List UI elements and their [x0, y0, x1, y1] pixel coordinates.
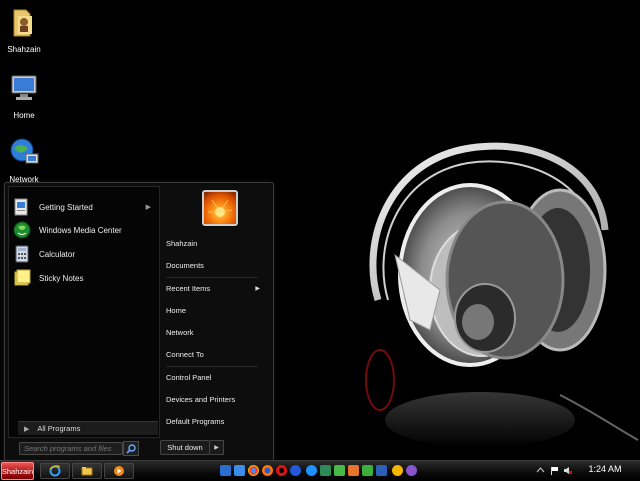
network-globe-icon	[10, 138, 39, 164]
program-calculator[interactable]: Calculator	[13, 244, 155, 264]
places-item-devices-and-printers[interactable]: Devices and Printers	[166, 392, 266, 408]
places-item-label: Default Programs	[166, 417, 225, 426]
search-input[interactable]	[19, 442, 123, 455]
program-label: Getting Started	[39, 202, 93, 212]
desktop-icon-label: Shahzain	[7, 45, 41, 54]
messenger-icon[interactable]	[334, 465, 345, 476]
all-programs-label: All Programs	[37, 424, 81, 433]
flower-icon	[208, 199, 233, 217]
media-icon[interactable]	[290, 465, 301, 476]
places-item-label: Shahzain	[166, 239, 198, 248]
system-clock[interactable]: 1:24 AM	[580, 464, 630, 474]
places-item-documents[interactable]: Documents	[166, 258, 266, 274]
chevron-right-icon: ▶	[214, 445, 219, 451]
computer-icon	[11, 75, 37, 100]
shutdown-options-button[interactable]: ▶	[210, 440, 224, 455]
getting-started-icon	[14, 198, 28, 216]
program-getting-started[interactable]: Getting Started ▶	[13, 197, 155, 217]
start-menu-places-pane: Shahzain Documents Recent Items ▶ Home N…	[160, 183, 272, 435]
all-programs-button[interactable]: ▶ All Programs	[18, 421, 158, 435]
taskbar-pinned-internet-explorer[interactable]	[40, 463, 70, 479]
internet-explorer-icon	[49, 465, 61, 477]
user-picture-avatar[interactable]	[202, 190, 238, 226]
places-item-control-panel[interactable]: Control Panel	[166, 370, 266, 386]
action-center-flag-icon[interactable]	[550, 466, 559, 475]
start-button-label: Shahzain	[1, 466, 34, 476]
places-item-label: Connect To	[166, 350, 204, 359]
places-item-label: Home	[166, 306, 187, 315]
ie-icon[interactable]	[306, 465, 317, 476]
taskbar: Shahzain 1:24 AM	[0, 460, 640, 481]
start-menu-programs-pane: Getting Started ▶ Windows Media Center C…	[8, 186, 160, 438]
search-icon	[126, 443, 136, 454]
search-button[interactable]	[123, 441, 139, 456]
tray-chevron-icon[interactable]	[536, 466, 545, 475]
network-icon[interactable]	[320, 465, 331, 476]
calculator-icon	[15, 245, 29, 263]
photoshop-icon[interactable]	[348, 465, 359, 476]
app-icon[interactable]	[392, 465, 403, 476]
program-sticky-notes[interactable]: Sticky Notes	[13, 268, 155, 288]
places-item-label: Control Panel	[166, 373, 212, 382]
media-player-icon	[114, 466, 124, 476]
start-menu: Getting Started ▶ Windows Media Center C…	[4, 182, 274, 462]
start-button[interactable]: Shahzain	[1, 462, 34, 480]
show-desktop-icon[interactable]	[220, 465, 231, 476]
desktop-icon-shahzain[interactable]: Shahzain	[0, 6, 48, 54]
media-center-icon	[13, 221, 31, 239]
chrome-icon[interactable]	[248, 465, 259, 476]
app-icon-2[interactable]	[406, 465, 417, 476]
menu-separator	[166, 277, 258, 278]
flash-icon[interactable]	[362, 465, 373, 476]
places-item-label: Recent Items	[166, 284, 211, 293]
volume-muted-icon[interactable]	[563, 466, 572, 475]
submenu-arrow-icon: ▶	[255, 286, 260, 292]
folder-icon	[13, 9, 32, 37]
sticky-notes-icon	[14, 269, 31, 286]
places-item-home[interactable]: Home	[166, 303, 266, 319]
places-item-label: Network	[166, 328, 194, 337]
submenu-arrow-icon: ▶	[145, 204, 151, 211]
program-label: Calculator	[39, 249, 76, 259]
program-label: Sticky Notes	[39, 273, 84, 283]
firefox-icon[interactable]	[262, 465, 273, 476]
program-windows-media-center[interactable]: Windows Media Center	[13, 220, 155, 240]
taskbar-pinned-media-player[interactable]	[104, 463, 134, 479]
shutdown-button[interactable]: Shut down	[160, 440, 210, 455]
windows-explorer-icon	[81, 467, 93, 476]
places-item-connect-to[interactable]: Connect To	[166, 347, 266, 363]
right-arrow-icon: ▶	[24, 425, 30, 433]
taskbar-pinned-windows-explorer[interactable]	[72, 463, 102, 479]
desktop-icon-network[interactable]: Network	[0, 136, 48, 184]
places-item-label: Devices and Printers	[166, 395, 236, 404]
places-item-user[interactable]: Shahzain	[166, 236, 266, 252]
places-item-network[interactable]: Network	[166, 325, 266, 341]
word-icon[interactable]	[376, 465, 387, 476]
places-item-recent-items[interactable]: Recent Items ▶	[166, 281, 266, 297]
shutdown-label: Shut down	[167, 443, 203, 452]
window-switcher-icon[interactable]	[234, 465, 245, 476]
program-label: Windows Media Center	[39, 225, 122, 235]
clock-time: 1:24 AM	[588, 464, 622, 474]
menu-separator	[166, 366, 258, 367]
desktop-icon-home[interactable]: Home	[0, 72, 48, 120]
opera-icon[interactable]	[276, 465, 287, 476]
desktop-icon-label: Home	[13, 111, 35, 120]
places-item-default-programs[interactable]: Default Programs	[166, 414, 266, 430]
places-item-label: Documents	[166, 261, 204, 270]
